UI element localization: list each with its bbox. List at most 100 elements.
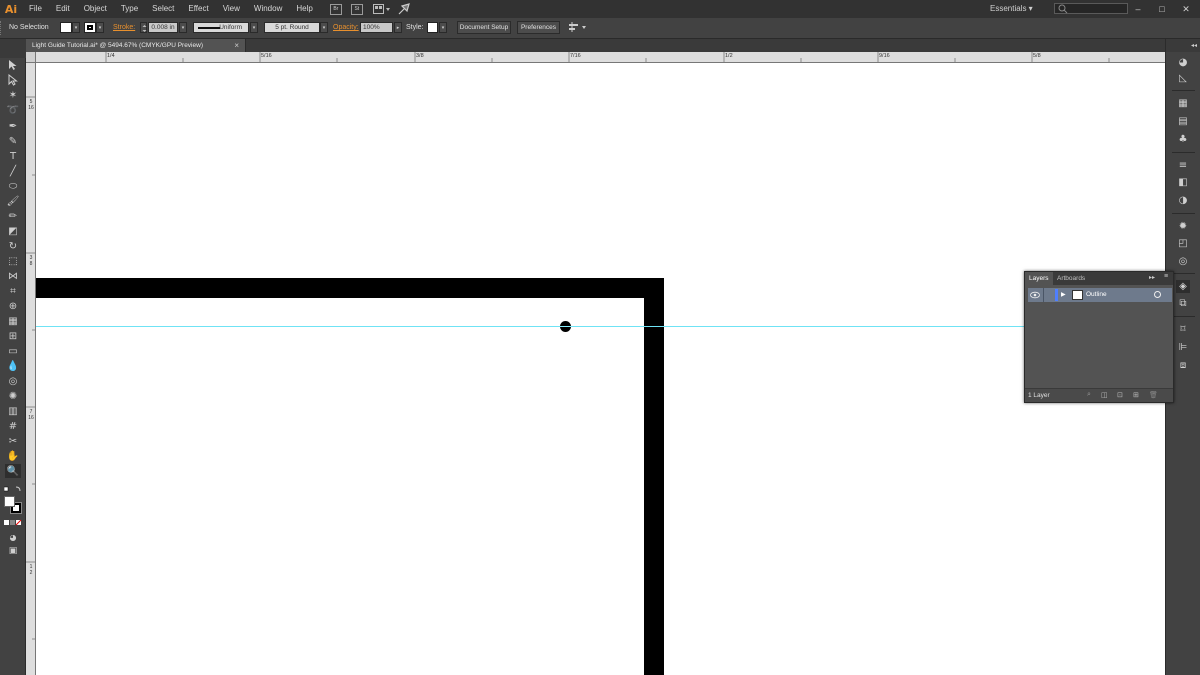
fill-stroke-swatches[interactable] [4,496,22,514]
artboards-panel-icon[interactable]: ⧉ [1176,297,1190,310]
opacity-field[interactable]: 100% [360,22,393,33]
menu-help[interactable]: Help [289,0,319,18]
transparency-panel-icon[interactable]: ◑ [1176,194,1190,207]
align-options-icon[interactable] [568,22,588,33]
align-panel-icon[interactable]: ⊫ [1176,341,1190,354]
preferences-button[interactable]: Preferences [517,21,560,34]
paintbrush-tool-icon[interactable]: 🖌 [5,194,21,208]
artboard-canvas[interactable] [36,63,1165,675]
ellipse-tool-icon[interactable]: ⬭ [5,179,21,193]
locate-object-icon[interactable]: ⌕ [1087,391,1091,399]
color-guide-panel-icon[interactable]: ◺ [1176,72,1190,85]
brushes-panel-icon[interactable]: ▤ [1176,115,1190,128]
profile-dropdown[interactable]: ▾ [250,22,258,33]
horizontal-ruler[interactable]: 1/4 5/16 3/8 7/16 1/2 9/16 5/8 [26,52,1170,63]
color-mode-icons[interactable] [4,519,22,527]
css-properties-panel-icon[interactable]: ◎ [1176,255,1190,268]
width-tool-icon[interactable]: ⋈ [5,269,21,283]
curvature-tool-icon[interactable]: ✎ [5,134,21,148]
symbol-sprayer-tool-icon[interactable]: ✺ [5,389,21,403]
workspace-switcher[interactable]: Essentials ▾ [990,2,1033,15]
menu-select[interactable]: Select [145,0,181,18]
document-setup-button[interactable]: Document Setup [457,21,511,34]
graphic-styles-panel-icon[interactable]: ◰ [1176,237,1190,250]
symbols-panel-icon[interactable]: ♣ [1176,133,1190,146]
outline-frame-right[interactable] [644,278,664,675]
close-button[interactable]: ✕ [1176,2,1196,16]
stroke-weight-dropdown[interactable]: ▾ [179,22,187,33]
stroke-swatch[interactable] [84,22,96,33]
menu-file[interactable]: File [22,0,49,18]
search-input[interactable] [1054,3,1128,14]
minimize-button[interactable]: – [1128,2,1148,16]
mesh-tool-icon[interactable]: ⊞ [5,329,21,343]
horizontal-guide[interactable] [36,326,1165,327]
pathfinder-panel-icon[interactable]: ⧈ [1176,359,1190,372]
color-panel-icon[interactable]: ◕ [1176,56,1190,69]
collapse-panel-icon[interactable]: ▸▸ [1149,274,1155,281]
type-tool-icon[interactable]: T [5,149,21,163]
brush-dropdown[interactable]: ▾ [320,22,328,33]
document-tab[interactable]: Light Guide Tutorial.ai* @ 5494.67% (CMY… [26,39,246,52]
column-graph-tool-icon[interactable]: ▥ [5,404,21,418]
stroke-weight-stepper[interactable] [140,22,147,33]
shape-builder-tool-icon[interactable]: ⊕ [5,299,21,313]
expand-layer-icon[interactable]: ▶ [1061,291,1066,298]
opacity-label[interactable]: Opacity: [333,23,359,33]
layers-panel-icon[interactable]: ◈ [1176,280,1190,293]
graphic-style-swatch[interactable] [427,22,438,33]
layer-row[interactable]: ▶ Outline [1028,288,1172,302]
arrange-documents-icon[interactable] [372,3,391,15]
fill-dropdown[interactable]: ▾ [72,22,80,33]
control-bar-grip[interactable] [0,21,3,35]
opacity-dropdown[interactable]: ▸ [394,22,402,33]
variable-width-profile[interactable]: Uniform [193,22,249,33]
dock-collapse-icon[interactable]: ◂◂ [1166,39,1200,52]
layer-target-icon[interactable] [1154,291,1161,298]
menu-edit[interactable]: Edit [49,0,77,18]
gradient-tool-icon[interactable]: ▭ [5,344,21,358]
eyedropper-tool-icon[interactable]: 💧 [5,359,21,373]
stroke-weight-field[interactable]: 0.008 in [148,22,178,33]
artboard-tool-icon[interactable]: # [5,419,21,433]
blend-tool-icon[interactable]: ◎ [5,374,21,388]
outline-frame-top[interactable] [36,278,664,298]
transform-panel-icon[interactable]: ⌑ [1176,323,1190,336]
layer-name[interactable]: Outline [1086,290,1107,300]
appearance-panel-icon[interactable]: ✹ [1176,220,1190,233]
menu-type[interactable]: Type [114,0,145,18]
create-layer-icon[interactable]: ⊞ [1133,391,1139,399]
stock-button[interactable]: St [350,3,363,15]
gradient-panel-icon[interactable]: ◧ [1176,176,1190,189]
scale-tool-icon[interactable]: ⬚ [5,254,21,268]
ruler-origin[interactable] [26,52,36,63]
swatches-panel-icon[interactable]: ▦ [1176,97,1190,110]
maximize-button[interactable]: □ [1152,2,1172,16]
pencil-tool-icon[interactable]: ✏ [5,209,21,223]
magic-wand-tool-icon[interactable]: ✶ [5,88,21,102]
menu-window[interactable]: Window [247,0,289,18]
free-transform-tool-icon[interactable]: ⌗ [5,284,21,298]
visibility-eye-icon[interactable] [1030,291,1040,299]
menu-effect[interactable]: Effect [181,0,215,18]
pen-tool-icon[interactable]: ✒ [5,119,21,133]
stroke-dropdown[interactable]: ▾ [96,22,104,33]
make-clipping-mask-icon[interactable]: ◫ [1101,391,1108,399]
panel-menu-icon[interactable]: ≡ [1164,273,1168,280]
zoom-tool-icon[interactable]: 🔍 [5,464,21,478]
perspective-grid-tool-icon[interactable]: ▦ [5,314,21,328]
close-tab-icon[interactable]: × [234,41,239,50]
hand-tool-icon[interactable]: ✋ [5,449,21,463]
slice-tool-icon[interactable]: ✂ [5,434,21,448]
menu-object[interactable]: Object [77,0,114,18]
selection-tool-icon[interactable] [5,58,21,72]
rotate-tool-icon[interactable]: ↻ [5,239,21,253]
style-dropdown[interactable]: ▾ [439,22,447,33]
create-sublayer-icon[interactable]: ⊡ [1117,391,1123,399]
line-tool-icon[interactable]: ╱ [5,164,21,178]
eraser-tool-icon[interactable]: ◩ [5,224,21,238]
delete-layer-icon[interactable]: 🗑 [1149,391,1158,399]
default-swap-colors-icon[interactable] [3,486,22,494]
menu-view[interactable]: View [216,0,247,18]
lasso-tool-icon[interactable]: ➰ [5,103,21,117]
